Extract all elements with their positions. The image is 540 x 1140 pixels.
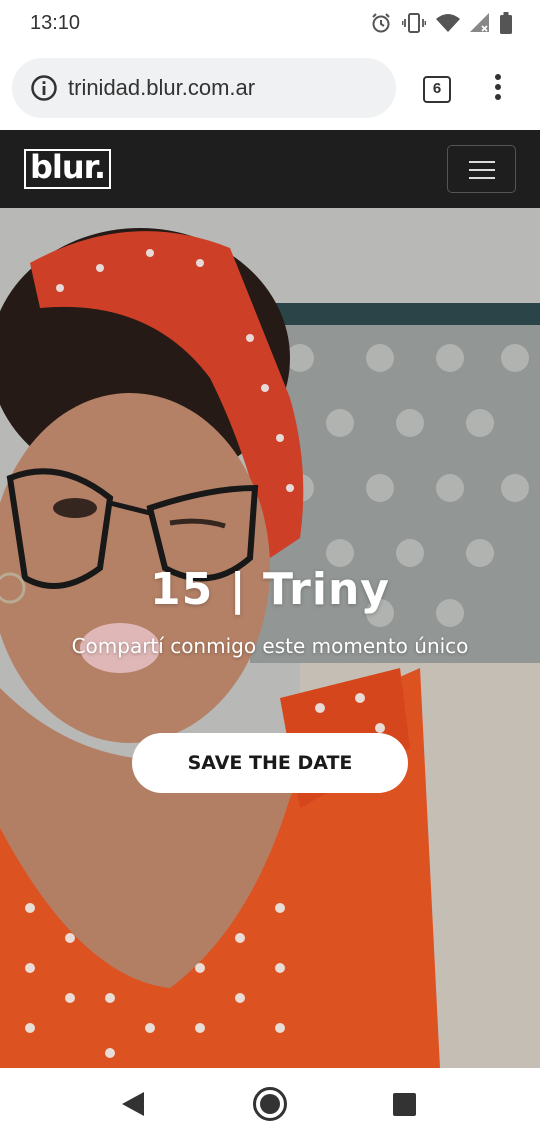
signal-icon bbox=[470, 13, 490, 33]
back-icon[interactable] bbox=[122, 1092, 146, 1121]
hero-section: 15 | Triny Compartí conmigo este momento… bbox=[0, 208, 540, 1068]
hamburger-icon bbox=[448, 161, 515, 179]
vibrate-icon bbox=[402, 12, 426, 34]
address-bar[interactable]: trinidad.blur.com.ar bbox=[12, 58, 396, 118]
alarm-icon bbox=[370, 12, 392, 34]
hamburger-menu-button[interactable] bbox=[447, 145, 516, 193]
hero-title: 15 | Triny bbox=[150, 564, 390, 615]
browser-toolbar: trinidad.blur.com.ar 6 bbox=[0, 46, 540, 130]
home-icon[interactable] bbox=[252, 1086, 288, 1127]
status-icons bbox=[370, 12, 512, 34]
android-nav-bar bbox=[0, 1068, 540, 1140]
wifi-icon bbox=[436, 13, 460, 33]
url-text[interactable]: trinidad.blur.com.ar bbox=[68, 75, 255, 101]
status-bar: 13:10 bbox=[0, 0, 540, 46]
status-time: 13:10 bbox=[30, 12, 81, 34]
save-the-date-button[interactable]: SAVE THE DATE bbox=[132, 733, 408, 793]
tab-switcher-button[interactable]: 6 bbox=[423, 76, 451, 103]
site-navbar: blur. bbox=[0, 130, 540, 208]
more-vert-icon[interactable] bbox=[491, 74, 505, 104]
recents-icon[interactable] bbox=[393, 1093, 416, 1116]
hero-subtitle: Compartí conmigo este momento único bbox=[71, 634, 469, 658]
info-icon[interactable] bbox=[30, 74, 58, 102]
battery-icon bbox=[500, 12, 512, 34]
site-logo[interactable]: blur. bbox=[24, 149, 112, 189]
